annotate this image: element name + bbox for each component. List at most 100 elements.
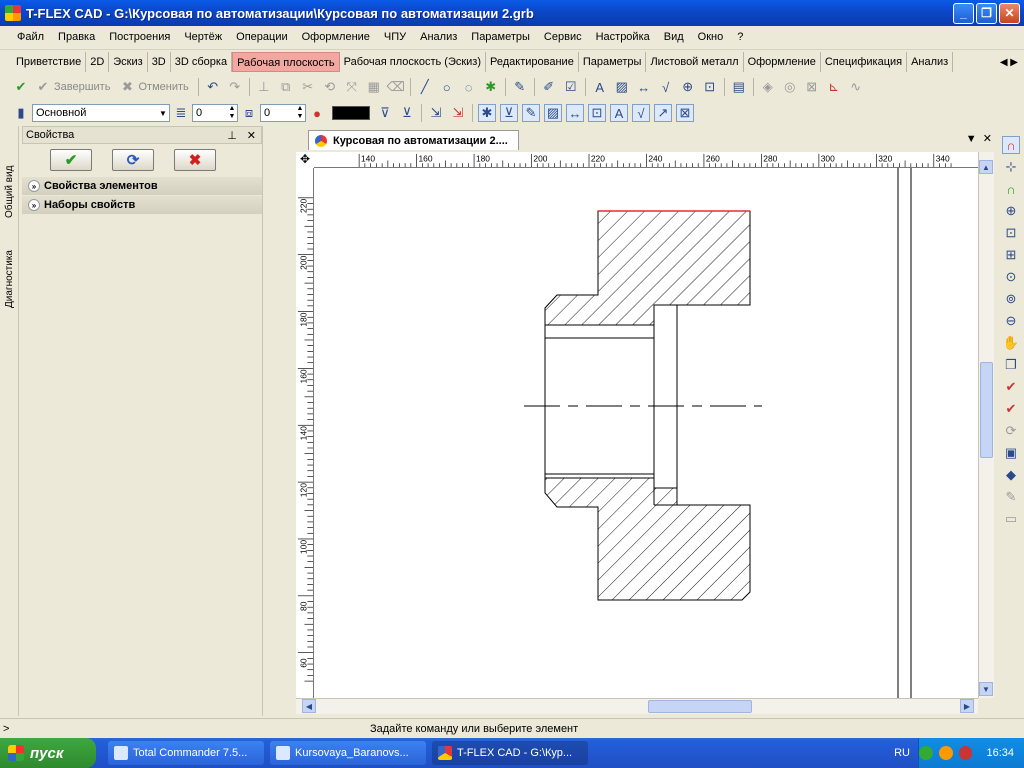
magnet-icon[interactable]: ∩ bbox=[1002, 136, 1020, 154]
menu-settings[interactable]: Настройка bbox=[589, 31, 657, 43]
line-icon[interactable]: ╱ bbox=[416, 78, 434, 96]
filter-hatch-icon[interactable]: ▨ bbox=[544, 104, 562, 122]
sheet-icon[interactable]: ▭ bbox=[1002, 510, 1020, 528]
filter-dimensions-icon[interactable]: ↔ bbox=[566, 104, 584, 122]
move-icon[interactable]: ⤧ bbox=[343, 78, 361, 96]
tab-3d-assembly[interactable]: 3D сборка bbox=[171, 52, 233, 72]
scroll-right-icon[interactable]: ▶ bbox=[960, 699, 974, 713]
menu-construct[interactable]: Построения bbox=[102, 31, 177, 43]
filter-fragments-icon[interactable]: ⊡ bbox=[588, 104, 606, 122]
tabs-scroll-arrows-icon[interactable]: ◀ ▶ bbox=[1000, 57, 1024, 68]
app-icon[interactable] bbox=[5, 5, 21, 21]
zoom-in-icon[interactable]: ⊕ bbox=[1002, 202, 1020, 220]
zoom-window-icon[interactable]: ⊡ bbox=[1002, 224, 1020, 242]
node-icon[interactable]: ✱ bbox=[482, 78, 500, 96]
maximize-button[interactable]: ❐ bbox=[976, 2, 997, 24]
menu-edit[interactable]: Правка bbox=[51, 31, 102, 43]
finish-icon[interactable]: ✔ bbox=[34, 78, 52, 96]
vertical-scroll-thumb[interactable] bbox=[980, 362, 993, 458]
filter-tolerance-icon[interactable]: ⊠ bbox=[676, 104, 694, 122]
level-input[interactable]: 0 ▲ ▼ bbox=[260, 104, 306, 122]
task-total-commander[interactable]: Total Commander 7.5... bbox=[108, 741, 264, 765]
filter-nodes-icon[interactable]: ✱ bbox=[478, 104, 496, 122]
cancel-panel-button[interactable]: ✖ bbox=[174, 149, 216, 171]
zoom-out-icon[interactable]: ⊖ bbox=[1002, 312, 1020, 330]
check-box-icon[interactable]: ☑ bbox=[562, 78, 580, 96]
roughness-icon[interactable]: √ bbox=[657, 78, 675, 96]
spin-arrows-icon[interactable]: ▲ ▼ bbox=[227, 105, 237, 121]
table-icon[interactable]: ▦ bbox=[365, 78, 383, 96]
filter-icon[interactable]: ⊽ bbox=[376, 104, 394, 122]
filter-text-icon[interactable]: A bbox=[610, 104, 628, 122]
calculator-icon[interactable]: ▤ bbox=[730, 78, 748, 96]
spin-arrows-icon[interactable]: ▲ ▼ bbox=[295, 105, 305, 121]
menu-operations[interactable]: Операции bbox=[229, 31, 294, 43]
filter-lines-icon[interactable]: ⊻ bbox=[500, 104, 518, 122]
cut-icon[interactable]: ✂ bbox=[299, 78, 317, 96]
refresh-button[interactable]: ⟳ bbox=[112, 149, 154, 171]
filter-graphics-icon[interactable]: ✎ bbox=[522, 104, 540, 122]
snap-point-icon[interactable]: ⊹ bbox=[1002, 158, 1020, 176]
tab-sheet-metal[interactable]: Листовой металл bbox=[646, 52, 744, 72]
tab-welcome[interactable]: Приветствие bbox=[12, 52, 87, 72]
side-tab-diagnostics[interactable]: Диагностика bbox=[2, 222, 17, 308]
tab-2d[interactable]: 2D bbox=[86, 52, 110, 72]
chevron-down-icon[interactable]: ▼ bbox=[157, 105, 169, 121]
cube-icon[interactable]: ◆ bbox=[1002, 466, 1020, 484]
select-all-icon[interactable]: ⇲ bbox=[427, 104, 445, 122]
cancel-button[interactable]: Отменить bbox=[138, 81, 188, 93]
box-icon[interactable]: ▣ bbox=[1002, 444, 1020, 462]
close-panel-icon[interactable]: ✕ bbox=[242, 129, 261, 142]
snap-magnet-icon[interactable]: ∩ bbox=[1002, 180, 1020, 198]
crosshair-icon[interactable]: ✥ bbox=[296, 152, 314, 168]
deselect-icon[interactable]: ⇲ bbox=[449, 104, 467, 122]
horizontal-scrollbar[interactable]: ◀ ▶ bbox=[296, 698, 978, 714]
text-icon[interactable]: A bbox=[591, 78, 609, 96]
sketch-icon[interactable]: ✎ bbox=[511, 78, 529, 96]
select-filter-icon[interactable]: ⊻ bbox=[398, 104, 416, 122]
menu-drawing[interactable]: Чертёж bbox=[177, 31, 229, 43]
chevron-down-icon[interactable]: » bbox=[28, 180, 40, 192]
drawing-canvas[interactable] bbox=[314, 168, 978, 698]
close-button[interactable]: ✕ bbox=[999, 2, 1020, 24]
tab-specification[interactable]: Спецификация bbox=[821, 52, 908, 72]
section-property-sets[interactable]: » Наборы свойств bbox=[22, 196, 262, 214]
hatch-icon[interactable]: ▨ bbox=[613, 78, 631, 96]
antivirus-icon[interactable] bbox=[938, 746, 953, 760]
minimize-button[interactable]: _ bbox=[953, 2, 974, 24]
menu-help[interactable]: ? bbox=[730, 31, 750, 43]
pin-icon[interactable]: ⊥ bbox=[222, 129, 242, 142]
measure-icon[interactable]: ⊠ bbox=[803, 78, 821, 96]
security-icon[interactable] bbox=[958, 746, 973, 760]
circle-icon[interactable]: ○ bbox=[438, 78, 456, 96]
finish-button[interactable]: Завершить bbox=[54, 81, 110, 93]
zoom-prev-icon[interactable]: ⊚ bbox=[1002, 290, 1020, 308]
style-select[interactable]: Основной ▼ bbox=[32, 104, 170, 122]
snap-icon[interactable]: ⊥ bbox=[255, 78, 273, 96]
language-indicator[interactable]: RU bbox=[894, 747, 910, 759]
base-icon[interactable]: ⊡ bbox=[701, 78, 719, 96]
undo-icon[interactable]: ↶ bbox=[204, 78, 222, 96]
filter-roughness-icon[interactable]: √ bbox=[632, 104, 650, 122]
pages-icon[interactable]: ❐ bbox=[1002, 356, 1020, 374]
tab-editing[interactable]: Редактирование bbox=[486, 52, 579, 72]
scroll-left-icon[interactable]: ◀ bbox=[302, 699, 316, 713]
zoom-fit-icon[interactable]: ⊞ bbox=[1002, 246, 1020, 264]
panel-splitter[interactable] bbox=[262, 126, 292, 716]
symmetry-icon[interactable]: ⟲ bbox=[321, 78, 339, 96]
color-palette-icon[interactable]: ● bbox=[308, 104, 326, 122]
double-check-icon[interactable]: ✔ bbox=[12, 78, 30, 96]
menu-cnc[interactable]: ЧПУ bbox=[377, 31, 413, 43]
menu-parameters[interactable]: Параметры bbox=[464, 31, 537, 43]
cancel-icon[interactable]: ✖ bbox=[118, 78, 136, 96]
zoom-page-icon[interactable]: ⊙ bbox=[1002, 268, 1020, 286]
scroll-up-icon[interactable]: ▲ bbox=[979, 160, 993, 174]
tab-design[interactable]: Оформление bbox=[744, 52, 821, 72]
command-prompt[interactable]: > bbox=[0, 723, 14, 735]
pen-icon[interactable]: ✐ bbox=[540, 78, 558, 96]
tab-workplane[interactable]: Рабочая плоскость bbox=[232, 52, 340, 72]
cube-check2-icon[interactable]: ✔ bbox=[1002, 400, 1020, 418]
menu-view[interactable]: Вид bbox=[657, 31, 691, 43]
spline-icon[interactable]: ∿ bbox=[847, 78, 865, 96]
axis-icon[interactable]: ⊾ bbox=[825, 78, 843, 96]
